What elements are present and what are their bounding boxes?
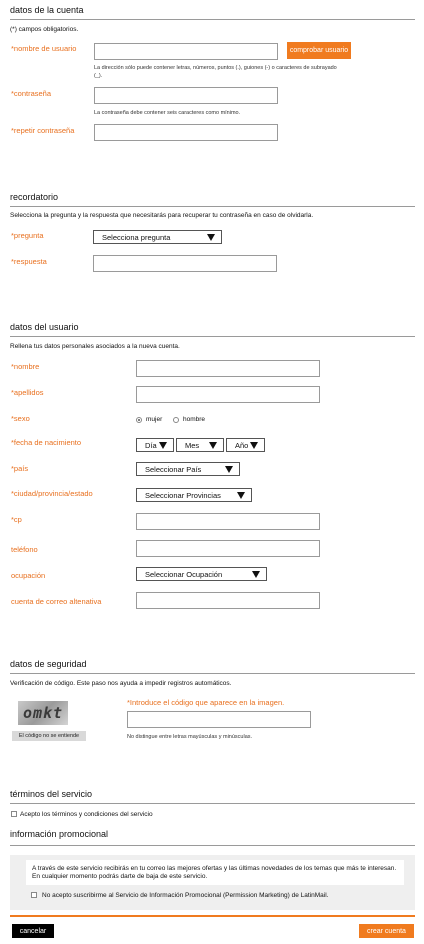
- captcha-text: omkt: [22, 704, 64, 722]
- chevron-down-icon: [207, 234, 215, 241]
- terms-checkbox[interactable]: [11, 811, 17, 817]
- captcha-unreadable-button[interactable]: El código no se entiende: [12, 731, 86, 741]
- reminder-divider: [10, 206, 415, 207]
- user-note: Rellena tus datos personales asociados a…: [10, 343, 180, 350]
- promo-decline-label: No acepto suscribirme al Servicio de Inf…: [42, 892, 329, 899]
- reminder-section-title: recordatorio: [10, 192, 59, 202]
- answer-input[interactable]: [93, 255, 277, 272]
- country-label: *país: [11, 464, 29, 473]
- zip-input[interactable]: [136, 513, 320, 530]
- account-divider: [10, 19, 415, 20]
- question-label: *pregunta: [11, 231, 44, 240]
- captcha-code-input[interactable]: [127, 711, 311, 728]
- birth-year-select[interactable]: Año: [226, 438, 265, 452]
- phone-label: teléfono: [11, 545, 38, 554]
- captcha-image: omkt: [18, 701, 68, 725]
- create-account-button[interactable]: crear cuenta: [359, 924, 414, 938]
- chevron-down-icon: [225, 466, 233, 473]
- answer-label: *respuesta: [11, 257, 47, 266]
- chevron-down-icon: [252, 571, 260, 578]
- promo-decline-checkbox[interactable]: [31, 892, 37, 898]
- terms-divider: [10, 803, 415, 804]
- phone-input[interactable]: [136, 540, 320, 557]
- footer-orange-rule: [10, 915, 415, 917]
- account-section-title: datos de la cuenta: [10, 5, 84, 15]
- surname-label: *apellidos: [11, 388, 44, 397]
- user-section-title: datos del usuario: [10, 322, 79, 332]
- question-select-value: Selecciona pregunta: [102, 232, 171, 242]
- terms-accept-label: Acepto los términos y condiciones del se…: [20, 811, 153, 818]
- birth-year-value: Año: [235, 440, 249, 450]
- sex-female-radio[interactable]: [136, 417, 142, 423]
- sex-male-label: hombre: [183, 416, 206, 423]
- occupation-label: ocupación: [11, 571, 46, 580]
- birthdate-label: *fecha de nacimiento: [11, 438, 82, 447]
- promo-text: A través de este servicio recibirás en t…: [32, 865, 397, 880]
- captcha-code-hint: No distingue entre letras mayúsculas y m…: [127, 734, 253, 740]
- surname-input[interactable]: [136, 386, 320, 403]
- chevron-down-icon: [159, 442, 167, 449]
- birth-month-value: Mes: [185, 440, 200, 450]
- required-note: (*) campos obligatorios.: [10, 26, 79, 33]
- repeat-password-label: *repetir contraseña: [11, 126, 75, 135]
- username-hint: La dirección sólo puede contener letras,…: [94, 65, 337, 79]
- country-select[interactable]: Seleccionar País: [136, 462, 240, 476]
- password-label: *contraseña: [11, 89, 52, 98]
- province-select[interactable]: Seleccionar Provincias: [136, 488, 252, 502]
- birth-day-select[interactable]: Día: [136, 438, 174, 452]
- cancel-button[interactable]: cancelar: [12, 924, 54, 938]
- password-hint: La contraseña debe contener seis caracte…: [94, 110, 241, 116]
- birth-day-value: Día: [145, 440, 157, 450]
- reminder-note: Selecciona la pregunta y la respuesta qu…: [10, 212, 314, 219]
- promo-section-title: información promocional: [10, 829, 109, 839]
- captcha-code-label: *Introduce el código que aparece en la i…: [127, 698, 285, 707]
- alt-email-label: cuenta de correo altenativa: [11, 597, 102, 606]
- check-username-button[interactable]: comprobar usuario: [287, 42, 351, 59]
- alt-email-input[interactable]: [136, 592, 320, 609]
- sex-male-radio[interactable]: [173, 417, 179, 423]
- password-input[interactable]: [94, 87, 278, 104]
- chevron-down-icon: [209, 442, 217, 449]
- birth-month-select[interactable]: Mes: [176, 438, 224, 452]
- security-note: Verificación de código. Este paso nos ay…: [10, 680, 232, 687]
- province-select-value: Seleccionar Provincias: [145, 490, 221, 500]
- zip-label: *cp: [11, 515, 22, 524]
- username-input[interactable]: [94, 43, 278, 60]
- user-divider: [10, 336, 415, 337]
- promo-divider: [10, 845, 415, 846]
- occupation-select[interactable]: Seleccionar Ocupación: [136, 567, 267, 581]
- sex-label: *sexo: [11, 414, 30, 423]
- chevron-down-icon: [250, 442, 258, 449]
- country-select-value: Seleccionar País: [145, 464, 202, 474]
- security-section-title: datos de seguridad: [10, 659, 87, 669]
- question-select[interactable]: Selecciona pregunta: [93, 230, 222, 244]
- name-input[interactable]: [136, 360, 320, 377]
- name-label: *nombre: [11, 362, 40, 371]
- chevron-down-icon: [237, 492, 245, 499]
- username-label: *nombre de usuario: [11, 44, 77, 53]
- repeat-password-input[interactable]: [94, 124, 278, 141]
- occupation-select-value: Seleccionar Ocupación: [145, 569, 223, 579]
- security-divider: [10, 673, 415, 674]
- sex-female-label: mujer: [146, 416, 163, 423]
- terms-section-title: términos del servicio: [10, 789, 93, 799]
- city-label: *ciudad/provincia/estado: [11, 489, 93, 498]
